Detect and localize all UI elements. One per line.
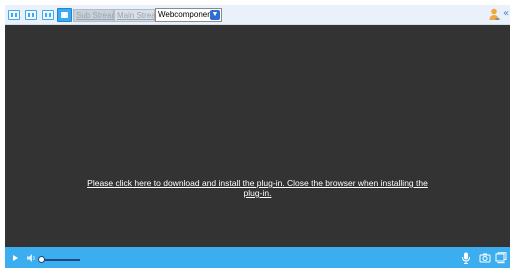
- record-icon[interactable]: [495, 252, 507, 264]
- layout-active-icon[interactable]: [57, 8, 72, 22]
- user-icon[interactable]: [489, 8, 500, 21]
- video-viewport[interactable]: Please click here to download and instal…: [5, 25, 510, 247]
- mode-select-value: Webcomponents: [158, 10, 218, 19]
- main-stream-button[interactable]: Main Stream: [114, 9, 162, 22]
- sub-stream-button[interactable]: Sub Stream: [73, 9, 118, 22]
- microphone-icon[interactable]: [460, 252, 472, 264]
- layout-1x1-icon[interactable]: [8, 10, 20, 20]
- playback-control-bar: [5, 247, 510, 268]
- mode-select[interactable]: Webcomponents ▼: [155, 8, 222, 22]
- collapse-icon[interactable]: «: [503, 7, 509, 21]
- layout-3x3-icon[interactable]: [42, 10, 54, 20]
- layout-2x2-icon[interactable]: [25, 10, 37, 20]
- volume-icon[interactable]: [27, 254, 37, 262]
- chevron-down-icon: ▼: [210, 10, 220, 20]
- top-toolbar: Sub Stream Main Stream Webcomponents ▼ «: [5, 5, 510, 25]
- volume-slider-handle[interactable]: [38, 256, 45, 263]
- play-icon[interactable]: [13, 255, 18, 261]
- camera-snapshot-icon[interactable]: [479, 252, 491, 264]
- plugin-download-link[interactable]: Please click here to download and instal…: [85, 178, 430, 198]
